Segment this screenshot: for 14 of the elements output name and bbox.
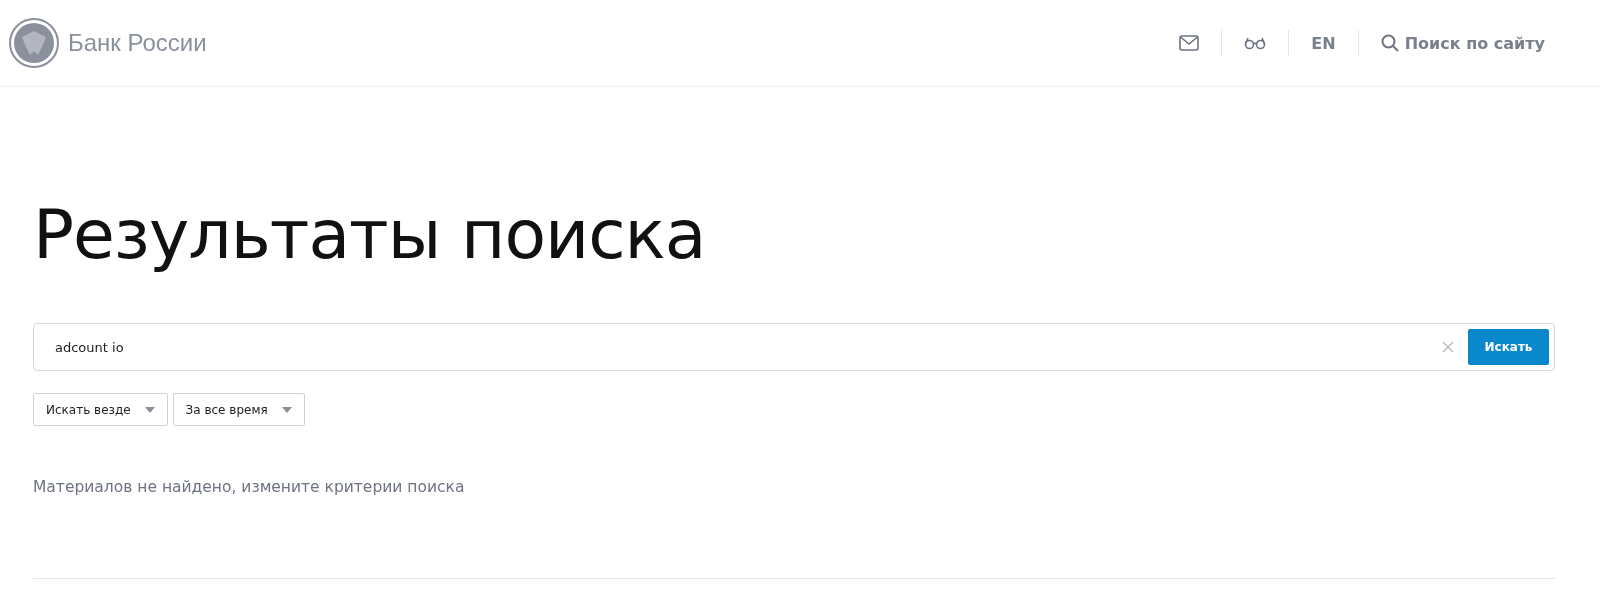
bank-logo-text[interactable]: Банк России: [68, 29, 207, 57]
mail-icon[interactable]: [1179, 35, 1200, 51]
filter-dropdown[interactable]: За все время: [172, 393, 305, 426]
search-field[interactable]: adcount io Искать: [33, 323, 1555, 371]
site-search-link[interactable]: Поиск по сайту: [1380, 33, 1545, 53]
no-results-message: Материалов не найдено, измените критерии поиска: [33, 478, 466, 496]
search-button[interactable]: Искать: [1468, 329, 1549, 365]
page-title: Результаты поиска: [33, 195, 707, 275]
glasses-icon[interactable]: [1244, 36, 1267, 50]
language-link[interactable]: EN: [1311, 33, 1336, 53]
filter-dropdown[interactable]: Искать везде: [33, 393, 168, 426]
caret-icon: [144, 406, 155, 413]
caret-icon: [281, 406, 292, 413]
search-icon: [1380, 34, 1399, 52]
